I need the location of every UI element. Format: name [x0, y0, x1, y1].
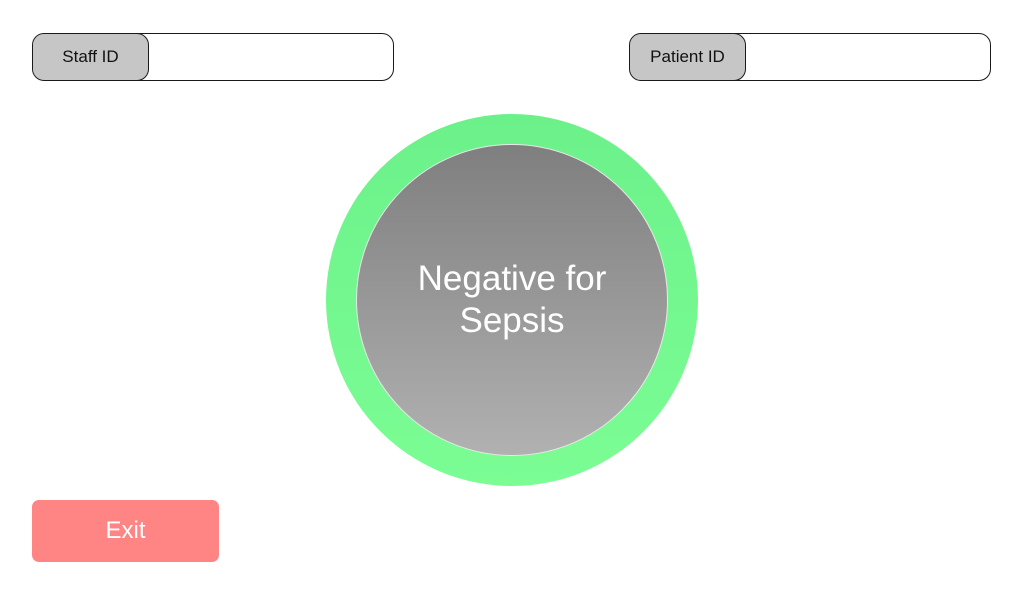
patient-id-field[interactable]: Patient ID	[629, 33, 991, 81]
result-text: Negative for Sepsis	[392, 258, 632, 342]
result-text-line2: Sepsis	[459, 301, 565, 340]
screen: Staff ID Patient ID Negative for Sepsis …	[0, 0, 1024, 600]
result-status-circle: Negative for Sepsis	[356, 144, 668, 456]
patient-id-label: Patient ID	[630, 34, 746, 80]
result-status-ring: Negative for Sepsis	[326, 114, 698, 486]
staff-id-field[interactable]: Staff ID	[32, 33, 394, 81]
patient-id-input[interactable]	[750, 34, 982, 80]
staff-id-input[interactable]	[153, 34, 385, 80]
result-text-line1: Negative for	[417, 259, 607, 298]
exit-button[interactable]: Exit	[32, 500, 219, 562]
staff-id-label: Staff ID	[33, 34, 149, 80]
